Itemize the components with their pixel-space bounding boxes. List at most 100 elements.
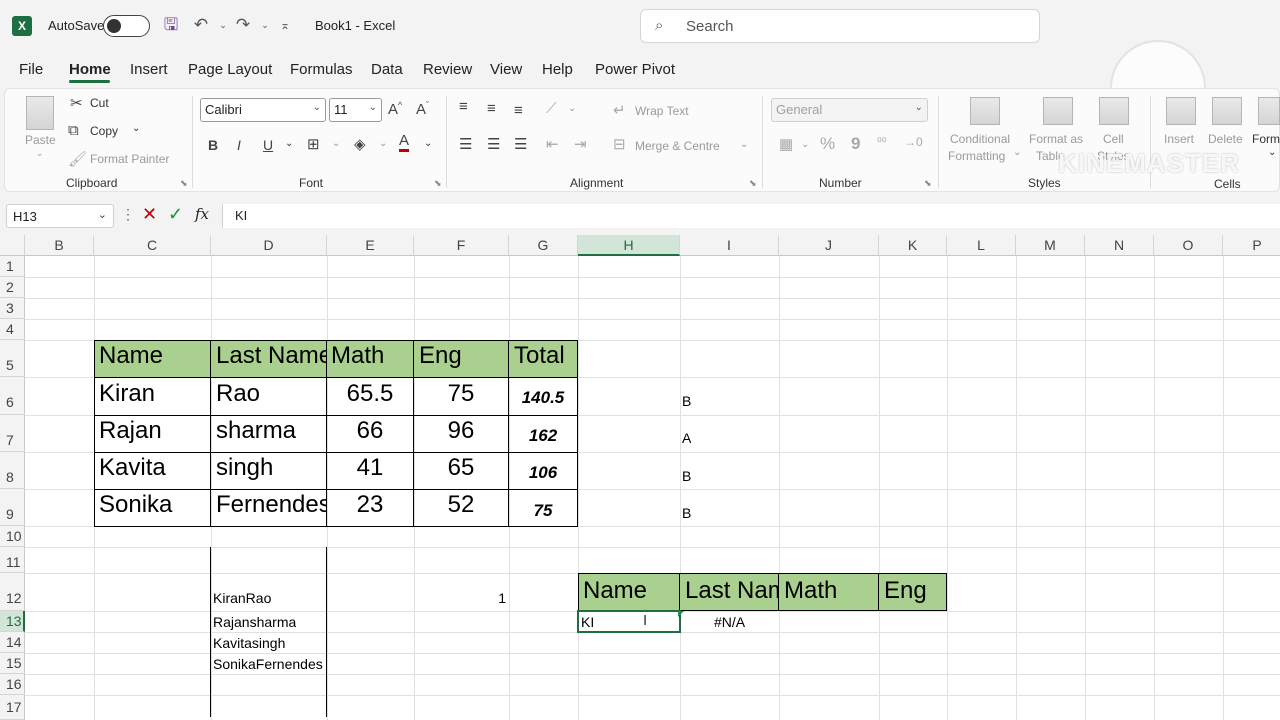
table1-cell[interactable]: Rajan [94,417,210,445]
column-header-k[interactable]: K [879,235,947,256]
autosave-toggle[interactable] [103,15,150,37]
row-header-10[interactable]: 10 [0,526,25,547]
clipboard-launcher-icon[interactable]: ⬊ [180,178,188,189]
table2-header-name[interactable]: Name [578,577,679,605]
table1-cell[interactable]: 66 [327,417,413,445]
grade-cell[interactable]: A [682,430,691,446]
insert-function-button[interactable]: fx [195,205,209,223]
concat-cell[interactable]: SonikaFernendes [213,656,326,672]
table1-cell[interactable]: sharma [211,417,326,445]
increase-indent-icon[interactable]: ⇥ [574,135,587,153]
decrease-font-icon[interactable]: Aˇ [416,100,429,118]
table1-cell[interactable]: 41 [327,454,413,482]
align-center-icon[interactable]: ☰ [487,135,500,153]
italic-button[interactable]: I [237,137,241,153]
format-as-label[interactable]: Format as [1029,132,1083,146]
align-right-icon[interactable]: ☰ [514,135,527,153]
table1-cell[interactable]: 65 [414,454,508,482]
column-header-p[interactable]: P [1223,235,1280,256]
table1-cell[interactable]: Kavita [94,454,210,482]
format-cells-icon[interactable] [1258,97,1280,125]
tab-power-pivot[interactable]: Power Pivot [595,61,675,78]
insert-cells-icon[interactable] [1166,97,1196,125]
wrap-text-label[interactable]: Wrap Text [635,104,689,118]
delete-cells-label[interactable]: Delete [1208,132,1243,146]
cell-styles-icon[interactable] [1099,97,1129,125]
conditional-label[interactable]: Conditional [950,132,1010,146]
paste-icon[interactable] [26,96,54,130]
column-header-c[interactable]: C [94,235,211,256]
tab-insert[interactable]: Insert [130,61,168,78]
font-launcher-icon[interactable]: ⬊ [434,178,442,189]
table2-header-lastname[interactable]: Last Name [680,577,778,605]
save-icon[interactable]: 🖫 [160,14,182,36]
table2-header-math[interactable]: Math [779,577,878,605]
paste-dropdown-icon[interactable]: ⌄ [36,148,44,159]
table1-header-name[interactable]: Name [94,342,210,376]
column-header-i[interactable]: I [680,235,779,256]
font-size-select[interactable]: 11 ⌄ [329,98,382,122]
select-all-corner[interactable] [0,235,25,256]
delete-cells-icon[interactable] [1212,97,1242,125]
row-header-16[interactable]: 16 [0,674,25,695]
align-middle-icon[interactable]: ≡ [487,100,496,117]
align-top-icon[interactable]: ≡ [459,98,468,115]
format-painter-icon[interactable]: 🖌 [68,150,87,168]
row-header-15[interactable]: 15 [0,653,25,674]
grade-cell[interactable]: B [682,393,691,409]
column-header-d[interactable]: D [211,235,327,256]
column-header-e[interactable]: E [327,235,414,256]
column-header-j[interactable]: J [779,235,879,256]
formula-bar-handle-icon[interactable]: ⋮ [121,206,135,223]
tab-page-layout[interactable]: Page Layout [188,61,272,78]
conditional-dropdown-icon[interactable]: ⌄ [1013,147,1021,158]
cell-label[interactable]: Cell [1103,132,1124,146]
table1-header-eng[interactable]: Eng [414,342,508,376]
row-header-1[interactable]: 1 [0,256,25,277]
undo-icon[interactable]: ↶ [190,14,212,36]
bold-button[interactable]: B [208,137,218,153]
f12-cell[interactable]: 1 [414,590,506,606]
tab-data[interactable]: Data [371,61,403,78]
copy-icon[interactable]: ⧉ [68,122,79,139]
orientation-dropdown-icon[interactable]: ⌄ [568,103,576,114]
column-header-g[interactable]: G [509,235,578,256]
table1-cell[interactable]: 75 [414,380,508,408]
table1-cell[interactable]: singh [211,454,326,482]
column-header-f[interactable]: F [414,235,509,256]
table1-cell[interactable]: Rao [211,380,326,408]
decrease-decimal-icon[interactable]: →0 [904,135,923,149]
tab-home[interactable]: Home [69,61,111,78]
grade-cell[interactable]: B [682,468,691,484]
orientation-icon[interactable]: ⟋ [546,100,557,117]
font-name-select[interactable]: Calibri ⌄ [200,98,326,122]
row-header-11[interactable]: 11 [0,547,25,573]
row-header-4[interactable]: 4 [0,319,25,340]
table1-cell[interactable]: Fernendes [211,491,326,519]
tab-file[interactable]: File [19,61,43,78]
table1-cell[interactable]: 23 [327,491,413,519]
alignment-launcher-icon[interactable]: ⬊ [749,178,757,189]
font-color-dropdown-icon[interactable]: ⌄ [424,138,432,149]
font-color-icon[interactable]: A [399,133,410,152]
column-header-l[interactable]: L [947,235,1016,256]
table1-cell[interactable]: 96 [414,417,508,445]
table1-cell[interactable]: Kiran [94,380,210,408]
percent-icon[interactable]: % [820,134,835,154]
accounting-dropdown-icon[interactable]: ⌄ [801,139,809,150]
comma-icon[interactable]: 9 [851,134,860,154]
concat-cell[interactable]: Kavitasingh [213,635,285,651]
increase-font-icon[interactable]: A^ [388,100,402,118]
table1-total-cell[interactable]: 162 [509,426,577,446]
wrap-text-icon[interactable]: ↵ [613,101,626,119]
column-header-h[interactable]: H [578,235,680,256]
column-header-n[interactable]: N [1085,235,1154,256]
merge-label[interactable]: Merge & Centre [635,139,720,153]
number-format-select[interactable]: General ⌄ [771,98,928,122]
row-header-3[interactable]: 3 [0,298,25,319]
column-header-m[interactable]: M [1016,235,1085,256]
table1-total-cell[interactable]: 140.5 [509,388,577,408]
name-box[interactable]: H13 ⌄ [6,204,114,228]
table1-cell[interactable]: 52 [414,491,508,519]
table1-cell[interactable]: 65.5 [327,380,413,408]
